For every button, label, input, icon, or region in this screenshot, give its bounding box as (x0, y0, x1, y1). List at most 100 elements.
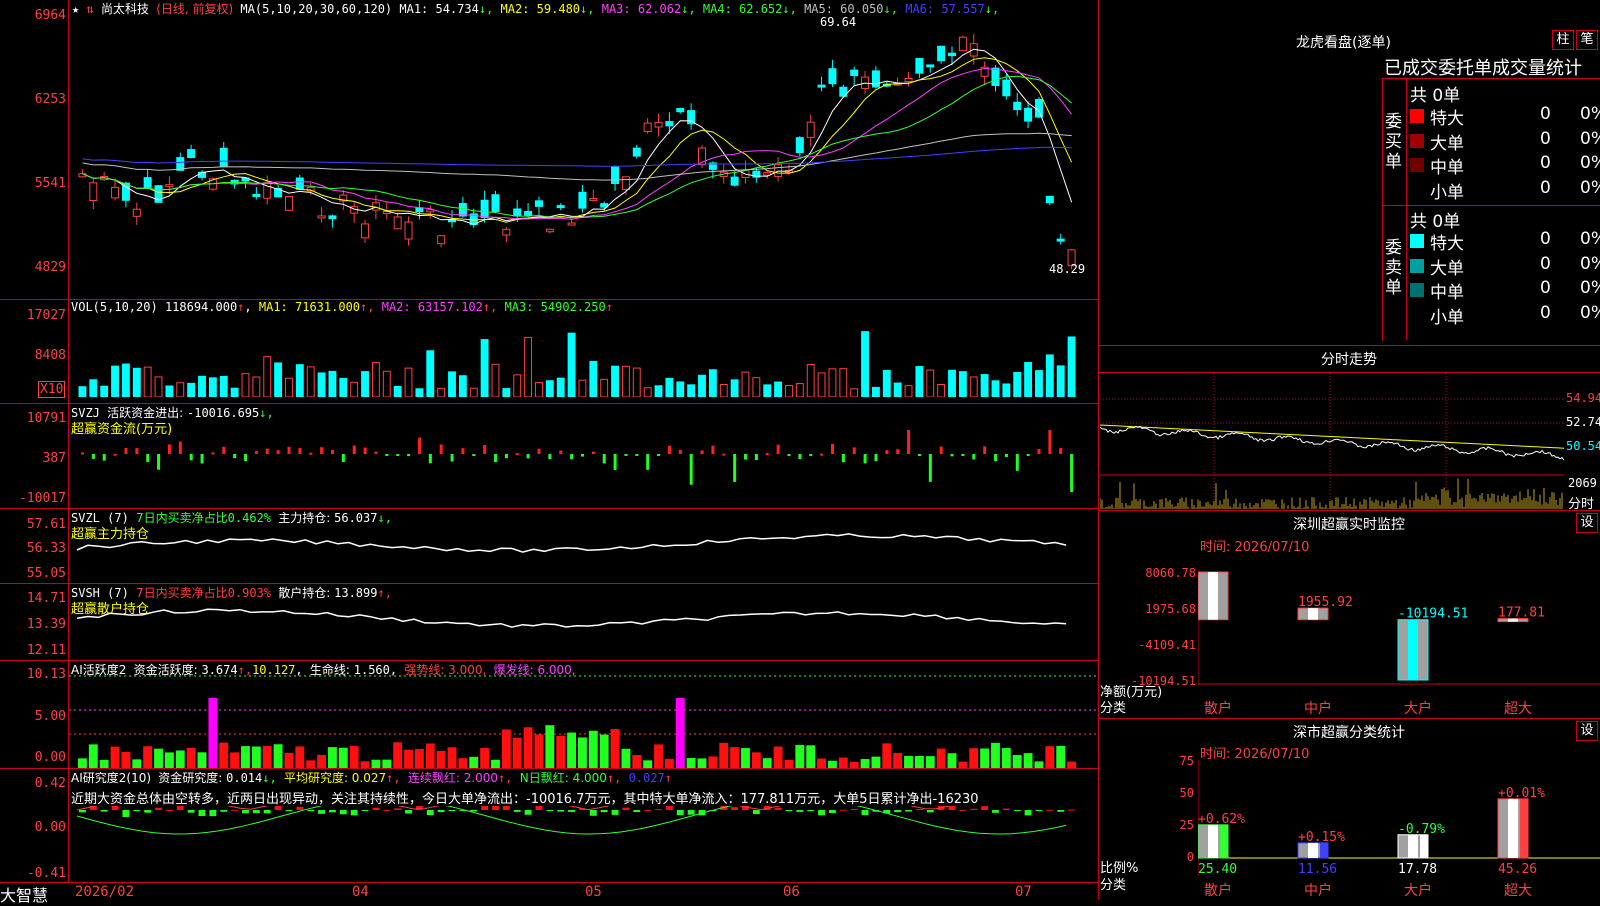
ai-active-bar (99, 759, 109, 768)
ai-active-bar (675, 698, 685, 768)
date-tick: 04 (352, 884, 369, 900)
volume-bar (350, 381, 359, 397)
ai-active-chart[interactable] (69, 672, 1098, 768)
ai-active-tick: 0.00 (34, 750, 66, 765)
ai-research-bar (915, 809, 923, 811)
classify-bar-value: 45.26 (1498, 862, 1537, 877)
candle-body (491, 194, 500, 212)
ai-research-chart[interactable] (69, 806, 1098, 882)
ai-research-bar (198, 810, 206, 817)
svzj-bar (689, 454, 693, 485)
ai-research-bar (731, 807, 739, 810)
classify-title: 深市超赢分类统计 (1293, 725, 1405, 741)
ai-research-value: 0.014 (226, 771, 263, 785)
ai-active-bar (904, 755, 913, 768)
volume-bar (295, 364, 304, 397)
color-swatch (1410, 109, 1424, 123)
volume-bar (719, 383, 728, 397)
monitor-bar-value: 1955.92 (1298, 595, 1353, 610)
ai-research-bar (905, 810, 912, 812)
ai-research-avg: 平均研究度: 0.027 (283, 771, 387, 785)
classify-bar-highlight (1308, 842, 1318, 858)
monitor-settings-button[interactable]: 设 (1576, 513, 1598, 533)
svzj-chart[interactable] (69, 430, 1098, 508)
bar-mode-button[interactable]: 柱 (1552, 30, 1574, 50)
monitor-cat-label: 超大 (1504, 701, 1532, 717)
candle-body (958, 36, 967, 52)
ai-research-bar (79, 810, 86, 813)
ai-research-bar (589, 810, 597, 816)
ai-active-bar (251, 746, 261, 768)
candle-body (534, 200, 543, 207)
intraday-chart[interactable] (1100, 373, 1564, 509)
color-swatch (1410, 283, 1424, 297)
candle-body (948, 52, 956, 57)
ai-research-cont-arrow: ↑, (498, 771, 513, 785)
candle-body (404, 221, 413, 240)
dragon-title: 龙虎看盘(逐单) (1296, 35, 1391, 51)
ai-research-arrow: ↓, (262, 771, 277, 785)
svzj-bar (331, 449, 334, 454)
candle-body (1056, 238, 1065, 242)
ai-research-bar (785, 810, 793, 811)
volume-bar (415, 388, 424, 397)
classify-chart[interactable]: +0.62% 25.40 +0.15% 11.56 -0.79% 17.78 +0.01% 4… (1198, 760, 1600, 880)
volume-bar (469, 387, 478, 397)
ai-research-tick: 0.42 (34, 776, 66, 791)
ai-research-bar (1013, 810, 1021, 811)
volume-bar (828, 368, 837, 397)
volume-bar (219, 375, 228, 397)
tick-mode-button[interactable]: 笔 (1576, 30, 1598, 50)
volume-bar (535, 382, 543, 397)
svzj-bar (776, 444, 780, 454)
volume-bar (176, 382, 185, 397)
svzj-bar (744, 454, 748, 460)
ai-active-bar (273, 744, 283, 768)
svzj-bar (1004, 454, 1008, 458)
classify-bar-accent (1220, 824, 1228, 858)
volume-bar (817, 372, 826, 397)
vol-unit-badge[interactable]: X10 (38, 381, 66, 398)
svzj-bar (765, 453, 769, 456)
monitor-chart[interactable]: 8060.78 1955.92 -10194.51 177.81 (1198, 570, 1600, 685)
ai-active-bar (132, 759, 142, 768)
volume-bar (861, 331, 869, 397)
candle-body (871, 70, 880, 88)
classify-settings-button[interactable]: 设 (1576, 721, 1598, 741)
candle-body (578, 191, 587, 209)
candle-body (165, 184, 174, 188)
ai-active-bar (414, 748, 424, 768)
svzj-bar (494, 454, 498, 463)
svzj-bar (537, 448, 541, 454)
ai-research-bar (220, 810, 228, 812)
stat-pct: 0% (1580, 229, 1600, 249)
color-swatch (1410, 258, 1424, 273)
monitor-xlabel: 分类 (1100, 701, 1127, 716)
stat-count: 0 (1540, 302, 1551, 323)
svzj-bar (146, 454, 150, 463)
ai-active-bar (817, 758, 826, 768)
price-tick: 6253 (34, 92, 66, 107)
candle-body (665, 121, 674, 127)
candle-body (730, 176, 739, 186)
price-chart[interactable] (69, 14, 1098, 299)
volume-chart[interactable] (69, 312, 1098, 397)
svzl-chart[interactable] (69, 520, 1098, 584)
volume-bar (241, 373, 250, 397)
svzj-bar (385, 454, 389, 456)
volume-bar (556, 377, 565, 397)
classify-tick: 75 (1179, 754, 1194, 768)
volume-bar (991, 380, 1000, 397)
volume-bar (458, 375, 467, 397)
svzj-bar (994, 454, 998, 462)
ai-active-bar (491, 759, 500, 768)
ai-research-bar (144, 810, 152, 813)
svsh-chart[interactable] (69, 595, 1098, 661)
volume-bar (785, 385, 793, 397)
ai-active-bar (567, 732, 576, 768)
candle-body (774, 164, 783, 177)
volume-bar (708, 369, 717, 397)
ai-research-cont: 连续飘红: 2.000 (407, 771, 499, 785)
svzj-bar (809, 454, 813, 456)
svzj-bar (374, 451, 378, 454)
